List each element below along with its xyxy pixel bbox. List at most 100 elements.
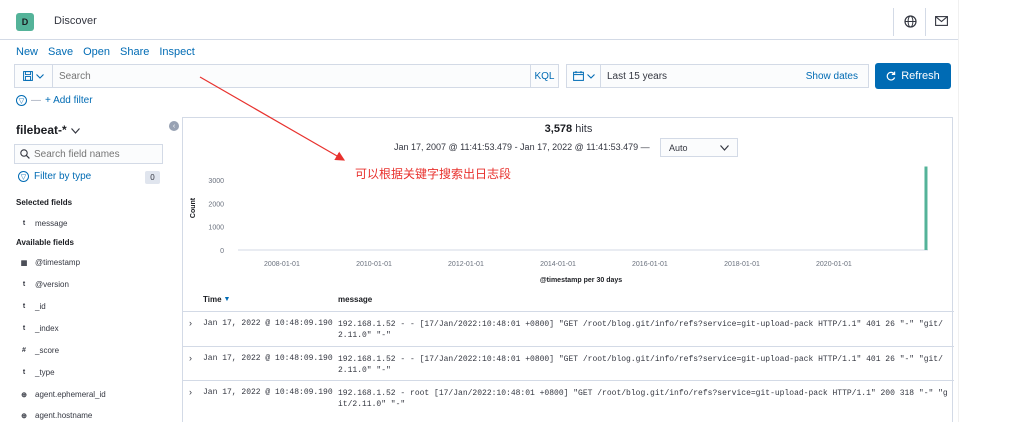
string-type-icon: t [22,220,26,227]
column-label: Time [203,295,222,304]
nav-save[interactable]: Save [48,46,73,58]
row-message: 192.168.1.52 - root [17/Jan/2022:10:48:0… [338,389,948,409]
filter-by-type-label: Filter by type [34,171,92,182]
string-type-icon: t [22,369,26,376]
expand-row-icon[interactable]: › [189,318,192,328]
table-header: Time ▼ message [183,295,954,311]
date-range-text[interactable]: Last 15 years [601,71,806,82]
mail-icon[interactable] [933,13,949,29]
filter-by-type-button[interactable]: ▽ Filter by type [18,171,91,182]
expand-row-icon[interactable]: › [189,353,192,363]
date-type-icon: ▦ [20,259,28,267]
filter-icon: ▽ [18,171,29,182]
field-name: agent.ephemeral_id [35,390,106,399]
y-tick-label: 0 [220,248,224,255]
table-row: › Jan 17, 2022 @ 10:48:09.190 192.168.1.… [183,346,954,379]
nav-share[interactable]: Share [120,46,149,58]
unknown-type-icon: ⊕ [21,412,27,420]
row-time: Jan 17, 2022 @ 10:48:09.190 [203,319,333,328]
selected-field-message[interactable]: t message [20,219,68,228]
hits-label: hits [575,123,593,135]
column-header-message[interactable]: message [338,295,372,304]
table-row: › Jan 17, 2022 @ 10:48:09.190 192.168.1.… [183,311,954,344]
x-tick-label: 2012-01-01 [448,261,484,268]
hits-summary: 3,578 hits [183,123,954,135]
page-title: Discover [54,15,97,27]
filter-options-icon[interactable]: ▽ [16,95,27,106]
unknown-type-icon: ⊕ [21,391,27,399]
refresh-button[interactable]: Refresh [875,63,951,89]
field-name: agent.hostname [35,411,93,420]
header-divider [893,8,894,36]
calendar-icon [572,71,584,81]
index-pattern-label: filebeat-* [16,123,67,137]
row-time: Jan 17, 2022 @ 10:48:09.190 [203,388,333,397]
y-tick-label: 1000 [208,225,224,232]
field-search-box [14,144,163,164]
y-tick-label: 3000 [208,178,224,185]
results-panel: 3,578 hits Jan 17, 2007 @ 11:41:53.479 -… [182,117,954,422]
field-timestamp[interactable]: ▦ @timestamp [20,258,80,267]
add-filter-button[interactable]: + Add filter [45,95,93,106]
field-name: _index [35,324,59,333]
selected-fields-title: Selected fields [16,198,73,207]
interval-value: Auto [669,142,688,153]
expand-row-icon[interactable]: › [189,387,192,397]
page-margin [958,0,1024,422]
filter-type-count-badge: 0 [145,171,160,184]
nav-open[interactable]: Open [83,46,110,58]
chevron-down-icon [586,71,595,82]
index-pattern-selector[interactable]: filebeat-* [16,123,80,137]
field-agent-hostname[interactable]: ⊕ agent.hostname [20,411,92,420]
interval-select[interactable]: Auto [660,138,738,157]
help-globe-icon[interactable] [902,13,918,29]
hits-count: 3,578 [544,123,573,135]
field-id[interactable]: t _id [20,302,46,311]
field-name: @timestamp [35,258,81,267]
field-score[interactable]: # _score [20,346,59,355]
field-search-input[interactable] [34,148,154,160]
annotation-text: 可以根据关键字搜索出日志段 [355,167,512,181]
saved-query-button[interactable] [15,65,53,87]
x-tick-label: 2014-01-01 [540,261,576,268]
nav-inspect[interactable]: Inspect [159,46,194,58]
x-tick-label: 2018-01-01 [724,261,760,268]
chevron-down-icon [70,123,80,137]
header-divider [925,8,926,36]
row-time: Jan 17, 2022 @ 10:48:09.190 [203,354,333,363]
x-tick-label: 2008-01-01 [264,261,300,268]
x-axis-label: @timestamp per 30 days [540,277,622,284]
top-nav-menu: New Save Open Share Inspect [16,46,195,58]
save-icon [23,71,33,81]
quick-date-menu-button[interactable] [567,65,601,87]
field-type[interactable]: t _type [20,368,55,377]
field-version[interactable]: t @version [20,280,69,289]
field-agent-ephemeral-id[interactable]: ⊕ agent.ephemeral_id [20,390,106,399]
header: D Discover [0,0,958,40]
x-tick-label: 2010-01-01 [356,261,392,268]
query-bar: KQL [14,64,559,88]
field-name: _score [35,346,60,355]
show-dates-button[interactable]: Show dates [806,71,868,82]
histogram-bar [924,166,928,250]
x-tick-label: 2016-01-01 [632,261,668,268]
refresh-label: Refresh [901,70,940,82]
chevron-down-icon [720,143,729,153]
search-input[interactable] [53,66,530,86]
string-type-icon: t [22,281,26,288]
sort-down-icon[interactable]: ▼ [224,296,231,303]
string-type-icon: t [22,303,26,310]
time-range-text: Jan 17, 2007 @ 11:41:53.479 - Jan 17, 20… [394,142,650,152]
y-axis-label: Count [190,197,197,218]
column-header-time[interactable]: Time ▼ [203,295,230,304]
filter-separator: — [31,95,41,106]
x-tick-label: 2020-01-01 [816,261,852,268]
field-index[interactable]: t _index [20,324,59,333]
space-logo[interactable]: D [16,13,34,31]
kql-toggle-button[interactable]: KQL [530,65,558,87]
collapse-sidebar-icon[interactable]: ‹ [169,121,179,131]
nav-new[interactable]: New [16,46,38,58]
date-picker: Last 15 years Show dates [566,64,869,88]
refresh-icon [886,71,896,81]
search-icon [20,149,30,159]
